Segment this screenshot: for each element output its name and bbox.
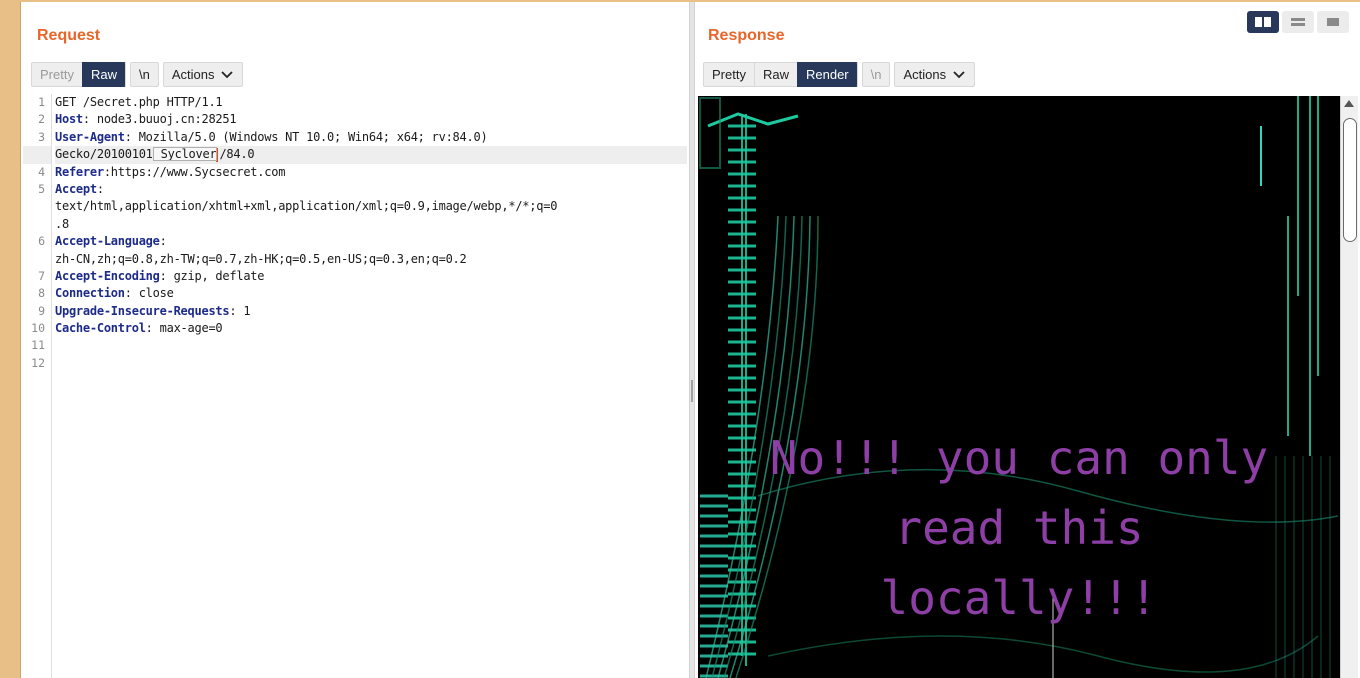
line-number: 1 bbox=[38, 95, 45, 109]
response-actions-label: Actions bbox=[903, 67, 947, 82]
response-toolbar: Pretty Raw Render \n Actions bbox=[703, 62, 976, 87]
layout-toggle bbox=[1247, 11, 1349, 33]
scroll-up-arrow-icon[interactable] bbox=[1344, 100, 1354, 107]
request-line: Connection: close bbox=[55, 286, 174, 301]
layout-split-button[interactable] bbox=[1247, 11, 1279, 33]
request-line: Referer:https://www.Sycsecret.com bbox=[55, 164, 286, 179]
render-text-line: read this bbox=[894, 501, 1144, 555]
response-raw-button[interactable]: Raw bbox=[753, 62, 797, 87]
request-pretty-button[interactable]: Pretty bbox=[31, 62, 82, 87]
request-line: Host: node3.buuoj.cn:28251 bbox=[55, 112, 237, 127]
request-toolbar: Pretty Raw \n Actions bbox=[31, 62, 244, 87]
request-line bbox=[55, 355, 687, 372]
response-render-button[interactable]: Render bbox=[796, 62, 858, 87]
columns-icon bbox=[1255, 17, 1271, 27]
request-line: Accept-Language: bbox=[55, 234, 167, 249]
line-number: 5 bbox=[38, 181, 45, 196]
request-actions-label: Actions bbox=[171, 67, 215, 82]
header-name: User-Agent bbox=[55, 129, 125, 144]
response-newline-toggle[interactable]: \n bbox=[861, 62, 891, 87]
line-number bbox=[23, 146, 51, 164]
scrollbar-thumb[interactable] bbox=[1343, 118, 1357, 242]
line-number: 7 bbox=[38, 268, 45, 283]
header-name: Cache-Control bbox=[55, 321, 146, 336]
rendered-response-view[interactable]: No!!! you can only read this locally!!! bbox=[698, 96, 1358, 678]
request-line: User-Agent: Mozilla/5.0 (Windows NT 10.0… bbox=[55, 129, 488, 144]
header-name: Accept bbox=[55, 181, 97, 196]
line-number: 2 bbox=[38, 112, 45, 127]
repeater-panel: Request Pretty Raw \n Actions 1234567891… bbox=[20, 2, 1360, 678]
request-title: Request bbox=[37, 27, 101, 44]
request-line: GET /Secret.php HTTP/1.1 bbox=[55, 95, 223, 109]
line-number: 4 bbox=[38, 164, 45, 179]
line-number: 3 bbox=[38, 129, 45, 144]
line-number: 12 bbox=[31, 355, 45, 370]
response-pane: Response Pretty Raw Render \n Actions No… bbox=[695, 2, 1360, 678]
render-scrollbar[interactable] bbox=[1340, 96, 1358, 678]
line-number: 11 bbox=[31, 338, 45, 353]
layout-rows-button[interactable] bbox=[1282, 11, 1314, 33]
line-number bbox=[23, 198, 51, 215]
render-text-line: No!!! you can only bbox=[769, 431, 1269, 485]
request-line bbox=[55, 337, 687, 354]
request-line: Accept-Encoding: gzip, deflate bbox=[55, 268, 265, 283]
request-lines: GET /Secret.php HTTP/1.1 Host: node3.buu… bbox=[55, 94, 687, 372]
header-name: Upgrade-Insecure-Requests bbox=[55, 303, 230, 318]
request-actions-button[interactable]: Actions bbox=[162, 62, 244, 87]
header-name: Connection bbox=[55, 286, 125, 301]
render-text-line: locally!!! bbox=[880, 571, 1158, 625]
rows-icon bbox=[1291, 18, 1305, 26]
request-line: zh-CN,zh;q=0.8,zh-TW;q=0.7,zh-HK;q=0.5,e… bbox=[55, 251, 467, 266]
request-line: Accept: bbox=[55, 181, 104, 196]
request-line: Upgrade-Insecure-Requests: 1 bbox=[55, 303, 251, 318]
request-raw-button[interactable]: Raw bbox=[81, 62, 126, 87]
response-pretty-button[interactable]: Pretty bbox=[703, 62, 754, 87]
line-number bbox=[23, 216, 51, 233]
request-line: Cache-Control: max-age=0 bbox=[55, 321, 223, 336]
header-name: Accept-Language bbox=[55, 234, 160, 249]
header-name: Host bbox=[55, 112, 83, 127]
request-editor[interactable]: 1 2 3 4 5 6 7 8 9 10 11 12 GET /Secret.php HTTP/1.1… bbox=[23, 94, 689, 678]
line-number: 6 bbox=[38, 234, 45, 249]
layout-single-button[interactable] bbox=[1317, 11, 1349, 33]
line-number: 8 bbox=[38, 286, 45, 301]
line-number: 9 bbox=[38, 303, 45, 318]
header-name: Referer bbox=[55, 164, 104, 179]
splitter-grip[interactable] bbox=[691, 380, 693, 402]
request-view-mode: Pretty Raw bbox=[31, 62, 126, 87]
request-line: text/html,application/xhtml+xml,applicat… bbox=[55, 199, 558, 214]
line-number bbox=[23, 251, 51, 268]
response-title: Response bbox=[708, 27, 785, 44]
request-line: .8 bbox=[55, 216, 69, 231]
line-number-gutter: 1 2 3 4 5 6 7 8 9 10 11 12 bbox=[23, 94, 52, 678]
single-pane-icon bbox=[1327, 18, 1339, 26]
chevron-down-icon bbox=[953, 70, 965, 78]
selected-text: Syclover bbox=[152, 147, 218, 162]
request-newline-toggle[interactable]: \n bbox=[129, 62, 159, 87]
response-view-mode: Pretty Raw Render bbox=[703, 62, 858, 87]
request-pane: Request Pretty Raw \n Actions 1234567891… bbox=[21, 2, 689, 678]
request-line-current: Gecko/20100101 Syclover/84.0 bbox=[55, 146, 687, 164]
response-actions-button[interactable]: Actions bbox=[894, 62, 976, 87]
header-name: Accept-Encoding bbox=[55, 268, 160, 283]
line-number: 10 bbox=[31, 321, 45, 336]
chevron-down-icon bbox=[221, 70, 234, 78]
